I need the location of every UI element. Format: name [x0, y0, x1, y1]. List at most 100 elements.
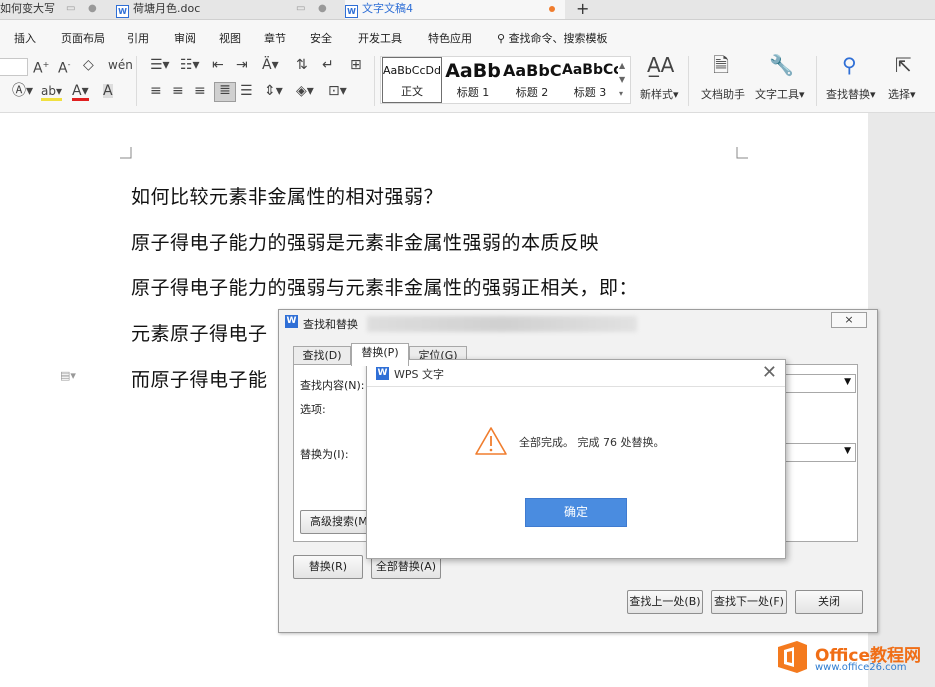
page-background	[868, 113, 935, 687]
menu-page-layout[interactable]: 页面布局	[61, 30, 105, 46]
style-heading-1[interactable]: AaBb 标题 1	[444, 57, 502, 103]
grow-font-icon[interactable]: A+	[33, 58, 49, 76]
new-style-icon[interactable]: A̲A	[647, 55, 674, 75]
tab-document-1[interactable]: 如何变大写 ▭ ●	[0, 0, 104, 19]
shrink-font-icon[interactable]: A-	[58, 58, 70, 76]
font-size-box[interactable]	[0, 58, 28, 76]
document-line[interactable]: 原子得电子能力的强弱与元素非金属性的强弱正相关，即：	[131, 273, 638, 300]
gallery-scroll-icon[interactable]: ▲ ▼ ▾	[619, 59, 625, 101]
text-tools-label[interactable]: 文字工具▾	[755, 86, 805, 102]
style-preview: AaBbCc	[562, 62, 618, 78]
new-style-label[interactable]: 新样式▾	[640, 86, 679, 102]
doc-helper-icon[interactable]: 🗎	[713, 55, 729, 75]
magnifier-icon[interactable]: ⚲	[842, 55, 857, 75]
change-case-icon[interactable]: Ä▾	[262, 58, 279, 72]
shading-icon[interactable]: ◈▾	[296, 84, 314, 98]
dropdown-arrow-icon[interactable]: ▼	[844, 446, 851, 456]
select-label[interactable]: 选择▾	[888, 86, 916, 102]
document-line[interactable]: 如何比较元素非金属性的相对强弱？	[131, 182, 443, 209]
dropdown-arrow-icon[interactable]: ▼	[844, 377, 851, 387]
tab-find[interactable]: 查找(D)	[293, 346, 351, 365]
alert-title: WPS 文字	[394, 368, 444, 381]
margin-corner-icon	[120, 147, 132, 159]
wps-doc-icon: W	[345, 5, 358, 18]
align-right-icon[interactable]: ≡	[194, 84, 206, 98]
distributed-icon[interactable]: ☰	[240, 84, 253, 98]
new-tab-button[interactable]: +	[576, 0, 596, 19]
new-style-text: 新样式	[640, 88, 673, 101]
search-command[interactable]: ⚲ 查找命令、搜索模板	[497, 30, 608, 46]
show-marks-icon[interactable]: ↵	[322, 58, 334, 72]
divider	[374, 56, 375, 106]
text-effect-icon[interactable]: Ⓐ▾	[12, 84, 33, 98]
ok-button[interactable]: 确定	[525, 498, 627, 527]
watermark: Office教程网 www.office26.com	[775, 637, 935, 687]
table-icon[interactable]: ⊞	[350, 58, 362, 72]
bullet-list-icon[interactable]: ☰▾	[150, 58, 170, 72]
decrease-indent-icon[interactable]: ⇤	[212, 58, 224, 72]
find-replace-label[interactable]: 查找替换▾	[826, 86, 876, 102]
margin-corner-icon	[736, 147, 748, 159]
numbered-list-icon[interactable]: ☷▾	[180, 58, 200, 72]
font-color-icon[interactable]: A▾	[72, 84, 89, 101]
tab-bar: 如何变大写 ▭ ● W 荷塘月色.doc ▭ ● W 文字文稿4 +	[0, 0, 935, 20]
increase-indent-icon[interactable]: ⇥	[236, 58, 248, 72]
replace-label: 替换为(I):	[300, 448, 349, 461]
wps-logo-icon: W	[285, 315, 298, 328]
divider	[136, 56, 137, 106]
watermark-url: www.office26.com	[815, 662, 907, 673]
align-center-icon[interactable]: ≡	[172, 84, 184, 98]
highlight-icon[interactable]: ab▾	[41, 84, 62, 101]
menu-section[interactable]: 章节	[264, 30, 286, 46]
style-preview: AaBb	[445, 60, 501, 82]
replace-button[interactable]: 替换(R)	[293, 555, 363, 579]
monitor-icon[interactable]: ▭	[296, 0, 305, 18]
wps-logo-icon: W	[376, 367, 389, 380]
find-previous-button[interactable]: 查找上一处(B)	[627, 590, 703, 614]
search-icon: ⚲	[497, 32, 509, 45]
align-left-icon[interactable]: ≡	[150, 84, 162, 98]
document-line[interactable]: 元素原子得电子	[131, 319, 268, 346]
doc-helper-label[interactable]: 文档助手	[701, 86, 745, 102]
menu-references[interactable]: 引用	[127, 30, 149, 46]
dot-icon: ●	[318, 3, 327, 14]
tab-document-2[interactable]: W 荷塘月色.doc ▭ ●	[116, 0, 338, 19]
close-button[interactable]: 关闭	[795, 590, 863, 614]
char-shading-icon[interactable]: A	[103, 84, 113, 98]
paragraph-marker-icon[interactable]: ▤▾	[60, 369, 76, 382]
text-tools-text: 文字工具	[755, 88, 799, 101]
style-heading-3[interactable]: AaBbCc 标题 3	[562, 57, 618, 103]
style-gallery: AaBbCcDd 正文 AaBb 标题 1 AaBbC 标题 2 AaBbCc …	[380, 56, 631, 104]
style-label: 正文	[401, 85, 423, 98]
cursor-icon[interactable]: ⇱	[895, 55, 912, 75]
tab-label: 荷塘月色.doc	[133, 2, 201, 15]
line-spacing-icon[interactable]: ⇕▾	[264, 84, 283, 98]
dialog-close-button[interactable]: ×	[831, 312, 867, 328]
tab-replace[interactable]: 替换(P)	[351, 343, 409, 366]
options-label: 选项:	[300, 403, 326, 416]
menu-review[interactable]: 审阅	[174, 30, 196, 46]
ribbon: A+ A- ◇ wén Ⓐ▾ ab▾ A▾ A ☰▾ ☷▾ ⇤ ⇥ Ä▾ ⇅ ↵…	[0, 52, 935, 113]
menu-developer[interactable]: 开发工具	[358, 30, 402, 46]
border-icon[interactable]: ⊡▾	[328, 84, 347, 98]
find-next-button[interactable]: 查找下一处(F)	[711, 590, 787, 614]
menu-security[interactable]: 安全	[310, 30, 332, 46]
monitor-icon[interactable]: ▭	[66, 0, 75, 18]
tab-document-3[interactable]: W 文字文稿4	[345, 0, 565, 19]
style-normal[interactable]: AaBbCcDd 正文	[382, 57, 442, 103]
style-heading-2[interactable]: AaBbC 标题 2	[503, 57, 561, 103]
document-line[interactable]: 原子得电子能力的强弱是元素非金属性强弱的本质反映	[131, 228, 599, 255]
menu-special[interactable]: 特色应用	[428, 30, 472, 46]
close-icon[interactable]: ✕	[762, 362, 777, 383]
clear-format-icon[interactable]: ◇	[83, 58, 94, 72]
sort-icon[interactable]: ⇅	[296, 58, 308, 72]
justify-icon[interactable]: ≣	[214, 82, 236, 102]
phonetic-icon[interactable]: wén	[108, 58, 133, 72]
completion-alert-dialog: W WPS 文字 ✕ 全部完成。 完成 76 处替换。 确定	[366, 359, 786, 559]
document-line[interactable]: 而原子得电子能	[131, 365, 268, 392]
blurred-background-text	[367, 316, 637, 332]
office-logo-icon	[778, 641, 807, 673]
menu-insert[interactable]: 插入	[14, 30, 36, 46]
menu-view[interactable]: 视图	[219, 30, 241, 46]
wrench-icon[interactable]: 🔧	[769, 55, 794, 75]
